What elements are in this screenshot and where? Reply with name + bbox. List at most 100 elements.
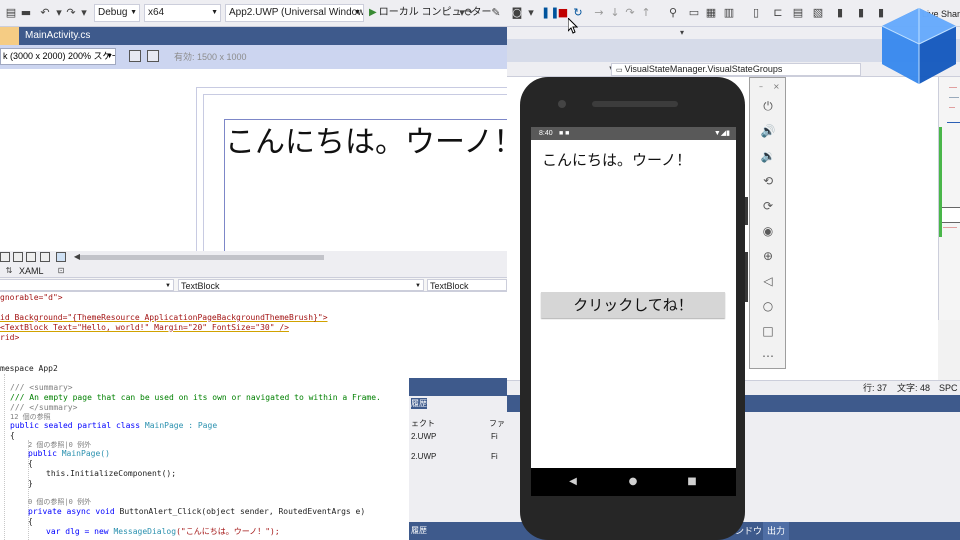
device-preview-value: k (3000 x 2000) 200% スケール	[3, 51, 115, 61]
horizontal-scrollbar[interactable]	[80, 255, 324, 260]
artboard-icon[interactable]	[26, 252, 36, 262]
minimap-line	[949, 87, 957, 88]
volume-down-icon[interactable]: 🔉	[760, 148, 776, 164]
new-file-icon[interactable]: ▤	[4, 6, 18, 20]
popout-icon[interactable]: ⊡	[54, 264, 68, 278]
code-line: /// <summary>	[10, 383, 73, 392]
ctor-name: MainPage()	[61, 449, 110, 458]
redo-icon[interactable]: ↷	[64, 6, 78, 20]
class-base: : Page	[188, 421, 218, 430]
back-icon[interactable]: ◁	[760, 273, 776, 289]
visual-studio-window: ▤ ▬ ↶ ▾ ↷ ▾ Debug ▼ x64 ▼ App2.UWP (Univer…	[0, 0, 960, 540]
member-select[interactable]: ▭ VisualStateManager.VisualStateGroups	[611, 63, 861, 76]
overview-icon[interactable]: □	[760, 323, 776, 339]
element-select-left-value: TextBlock	[181, 281, 220, 291]
member-select-value: VisualStateManager.VisualStateGroups	[624, 64, 783, 74]
list-item[interactable]: 2.UWP	[411, 432, 436, 441]
step-out-icon[interactable]: ↑	[639, 6, 653, 20]
camera-icon[interactable]: ◉	[760, 223, 776, 239]
bookmark-icon[interactable]: ▮	[833, 6, 847, 20]
zoom-icon[interactable]: ⊕	[760, 248, 776, 264]
portrait-icon[interactable]	[147, 50, 159, 62]
uncomment-icon[interactable]: ▧	[811, 6, 825, 20]
volume-up-icon[interactable]: 🔊	[760, 123, 776, 139]
undo-icon[interactable]: ↶	[38, 6, 52, 20]
redo-dropdown-icon[interactable]: ▾	[77, 6, 91, 20]
bracket-icon[interactable]: ⊏	[771, 6, 785, 20]
code-line: {	[10, 431, 15, 440]
step-over-icon[interactable]: ↷	[623, 6, 637, 20]
screenshot-icon[interactable]: ◙	[510, 6, 524, 20]
active-tab-marker[interactable]	[0, 27, 19, 45]
frame-outline	[196, 87, 507, 88]
dlg-keywords: var dlg = new	[46, 527, 109, 536]
home-icon[interactable]: ●	[626, 475, 640, 489]
grid-icon[interactable]	[0, 252, 10, 262]
snap-grid-icon[interactable]	[13, 252, 23, 262]
monitor-icon[interactable]: ▭	[687, 6, 701, 20]
pause-icon[interactable]: ❚❚	[541, 6, 559, 20]
swap-panes-icon[interactable]: ⇅	[2, 264, 16, 278]
more-icon[interactable]: ⋯	[760, 348, 776, 364]
comment-icon[interactable]: ▤	[791, 6, 805, 20]
change-margin	[939, 127, 942, 237]
browser-link-icon[interactable]: ✎	[489, 6, 503, 20]
panel-tab[interactable]: 履歴	[409, 522, 507, 540]
element-select-right[interactable]: TextBlock	[427, 279, 507, 291]
code-line: <TextBlock Text="Hello, world!" Margin="…	[0, 323, 289, 332]
snap-lines-icon[interactable]	[40, 252, 50, 262]
device-icon[interactable]: ▯	[749, 6, 763, 20]
code-line: public MainPage()	[28, 449, 110, 459]
panel-icon[interactable]: ▥	[722, 6, 736, 20]
close-icon[interactable]: ×	[773, 83, 780, 91]
home-icon[interactable]: ○	[760, 298, 776, 314]
code-line: }	[28, 479, 33, 488]
startup-project-select[interactable]: App2.UWP (Universal Windows) ▼	[225, 4, 364, 22]
layout-icon[interactable]: ▦	[704, 6, 718, 20]
tab-xaml[interactable]: XAML	[16, 264, 47, 278]
platform-select[interactable]: x64 ▼	[144, 4, 221, 22]
list-item[interactable]: 2.UWP	[411, 452, 436, 461]
code-toggle-icon[interactable]	[56, 252, 66, 262]
frame-outline	[203, 94, 507, 95]
rotate-left-icon[interactable]: ⟲	[760, 173, 776, 189]
step-into-icon[interactable]: ↓	[608, 6, 622, 20]
minimap-viewport[interactable]	[939, 207, 960, 223]
rotate-right-icon[interactable]: ⟳	[760, 198, 776, 214]
xaml-scope-select[interactable]: ▼	[0, 279, 174, 291]
column-header: ェクト	[411, 419, 435, 428]
tab-mainactivity[interactable]: MainActivity.cs	[19, 27, 96, 45]
power-key	[745, 197, 748, 225]
tab-output[interactable]: 出力	[763, 522, 790, 540]
emulator-screen[interactable]: 8:40 ■ ■ ▼◢▮ こんにちは。ウーノ！ クリックしてね！	[531, 127, 736, 468]
chevron-down-icon[interactable]: ▾	[675, 26, 689, 40]
minimap[interactable]	[938, 77, 960, 320]
configuration-select[interactable]: Debug ▼	[94, 4, 140, 22]
chevron-down-icon: ▼	[130, 9, 137, 16]
open-folder-icon[interactable]: ▬	[19, 6, 33, 20]
debug-dropdown-icon[interactable]: ▾	[524, 6, 538, 20]
bookmark-next-icon[interactable]: ▮	[854, 6, 868, 20]
device-preview-select[interactable]: k (3000 x 2000) 200% スケール▼	[0, 48, 116, 65]
show-next-statement-icon[interactable]: →	[592, 6, 606, 20]
element-select-left[interactable]: TextBlock ▼	[178, 279, 424, 291]
android-nav-bar: ◀ ● ■	[531, 468, 736, 496]
mouse-cursor-icon	[568, 18, 578, 34]
chevron-down-icon: ▼	[354, 9, 361, 16]
codelens-refs[interactable]: 0 個の参照|0 例外	[28, 497, 91, 507]
landscape-icon[interactable]	[129, 50, 141, 62]
click-me-button[interactable]: クリックしてね！	[541, 292, 725, 318]
back-icon[interactable]: ◀	[566, 475, 580, 489]
threads-icon[interactable]: ⚲	[666, 6, 680, 20]
minimize-icon[interactable]: –	[759, 83, 763, 91]
panel-tab[interactable]: 履歴	[411, 398, 427, 409]
power-icon[interactable]: ⏻	[760, 98, 776, 114]
overview-icon[interactable]: ■	[685, 475, 699, 489]
chevron-down-icon: ▼	[106, 53, 113, 60]
hot-reload-icon[interactable]: ⟳	[462, 6, 476, 20]
design-surface[interactable]: こんにちは。ウーノ！	[0, 69, 531, 251]
summary-text: /// An empty page that can be used on it…	[10, 393, 381, 402]
textblock-preview[interactable]: こんにちは。ウーノ！	[225, 125, 531, 161]
code-line: mespace App2	[0, 364, 58, 373]
configuration-value: Debug	[98, 7, 128, 18]
